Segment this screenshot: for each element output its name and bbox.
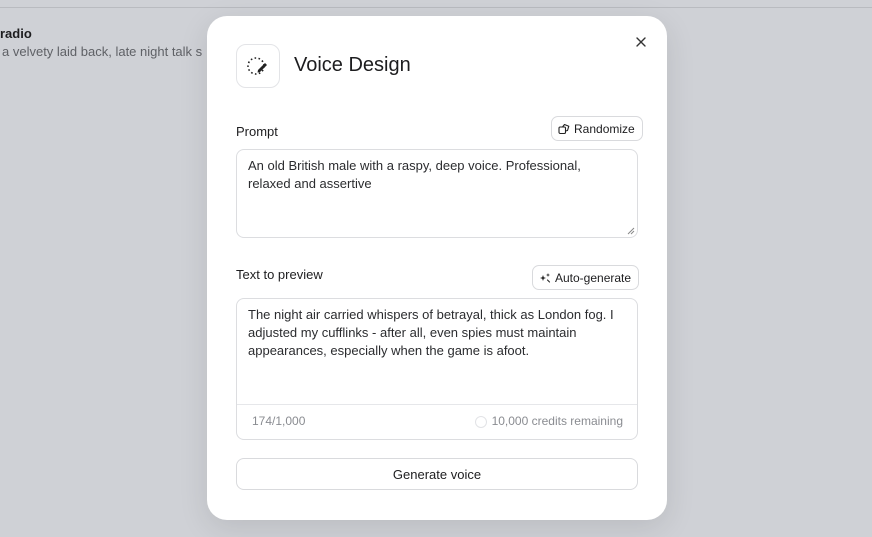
dialog-title: Voice Design: [294, 54, 411, 76]
prompt-textarea[interactable]: An old British male with a raspy, deep v…: [236, 149, 638, 238]
credits-label: 10,000 credits remaining: [491, 414, 623, 428]
credits-progress-icon: [474, 416, 487, 428]
preview-footer: 174/1,000 10,000 credits remaining: [237, 404, 637, 439]
randomize-button[interactable]: Randomize: [551, 116, 643, 141]
voice-design-icon: [236, 44, 280, 88]
generate-voice-button[interactable]: Generate voice: [236, 458, 638, 490]
auto-generate-button[interactable]: Auto-generate: [532, 265, 640, 290]
auto-generate-label: Auto-generate: [555, 270, 632, 285]
prompt-label: Prompt: [236, 124, 278, 139]
preview-text: The night air carried whispers of betray…: [248, 307, 614, 358]
prompt-text: An old British male with a raspy, deep v…: [248, 158, 581, 191]
randomize-label: Randomize: [574, 121, 635, 136]
preview-label: Text to preview: [236, 267, 323, 282]
preview-textarea[interactable]: The night air carried whispers of betray…: [236, 298, 638, 440]
background-item-title: radio: [0, 26, 32, 41]
background-item-description: a velvety laid back, late night talk s: [2, 44, 203, 59]
sparkle-icon: [539, 272, 551, 284]
character-count: 174/1,000: [252, 414, 306, 428]
close-icon: [635, 36, 647, 48]
divider: [0, 7, 872, 8]
voice-design-dialog: Voice Design Prompt Randomize An old Bri…: [207, 16, 667, 520]
close-button[interactable]: [631, 32, 651, 52]
credits-remaining: 10,000 credits remaining: [474, 414, 623, 428]
dice-icon: [558, 123, 570, 135]
resize-handle[interactable]: [627, 227, 635, 235]
